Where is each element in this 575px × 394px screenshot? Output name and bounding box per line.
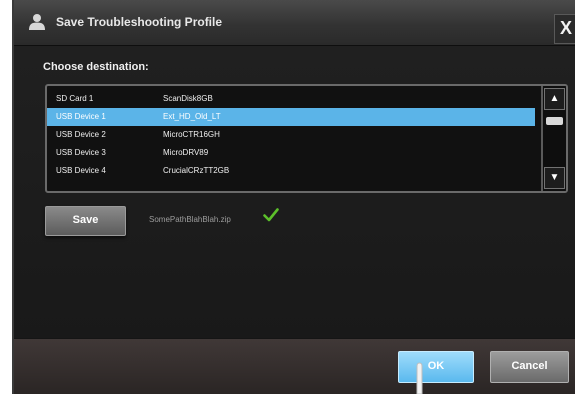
scroll-down-button[interactable]: ▼: [544, 167, 565, 189]
device-name: USB Device 2: [56, 130, 106, 139]
destination-rows: SD Card 1 ScanDisk8GB USB Device 1 Ext_H…: [47, 90, 535, 180]
scroll-thumb[interactable]: [546, 117, 563, 125]
scroll-up-button[interactable]: ▲: [544, 88, 565, 110]
close-button[interactable]: X: [554, 14, 575, 44]
device-label: MicroDRV89: [163, 148, 209, 157]
choose-destination-label: Choose destination:: [43, 61, 149, 73]
device-label: CrucialCRzTT2GB: [163, 166, 230, 175]
triangle-down-icon: ▼: [549, 172, 560, 183]
save-button[interactable]: Save: [45, 206, 126, 236]
device-label: MicroCTR16GH: [163, 130, 220, 139]
dialog-body: Choose destination: SD Card 1 ScanDisk8G…: [14, 46, 575, 338]
destination-item-usb-device-3[interactable]: USB Device 3 MicroDRV89: [47, 144, 535, 162]
user-profile-icon: [29, 14, 45, 30]
destination-item-usb-device-4[interactable]: USB Device 4 CrucialCRzTT2GB: [47, 162, 535, 180]
device-name: USB Device 3: [56, 148, 106, 157]
destination-item-sd-card-1[interactable]: SD Card 1 ScanDisk8GB: [47, 90, 535, 108]
destination-item-usb-device-1[interactable]: USB Device 1 Ext_HD_Old_LT: [47, 108, 535, 126]
checkmark-icon: [263, 208, 279, 222]
device-name: SD Card 1: [56, 94, 94, 103]
triangle-up-icon: ▲: [549, 93, 560, 104]
saved-filename: SomePathBlahBlah.zip: [149, 215, 231, 224]
destination-scrollbar[interactable]: ▲ ▼: [541, 86, 566, 191]
save-troubleshooting-profile-dialog: Save Troubleshooting Profile X Choose de…: [12, 0, 575, 394]
cancel-button[interactable]: Cancel: [490, 351, 569, 383]
destination-list[interactable]: SD Card 1 ScanDisk8GB USB Device 1 Ext_H…: [45, 84, 568, 193]
device-label: ScanDisk8GB: [163, 94, 213, 103]
dialog-title: Save Troubleshooting Profile: [56, 15, 223, 29]
device-name: USB Device 4: [56, 166, 106, 175]
device-label: Ext_HD_Old_LT: [163, 112, 221, 121]
destination-item-usb-device-2[interactable]: USB Device 2 MicroCTR16GH: [47, 126, 535, 144]
dialog-titlebar: Save Troubleshooting Profile X: [14, 0, 575, 46]
device-name: USB Device 1: [56, 112, 106, 121]
pointer-cursor-icon: [416, 362, 423, 394]
dialog-footer: OK Cancel: [14, 338, 575, 394]
